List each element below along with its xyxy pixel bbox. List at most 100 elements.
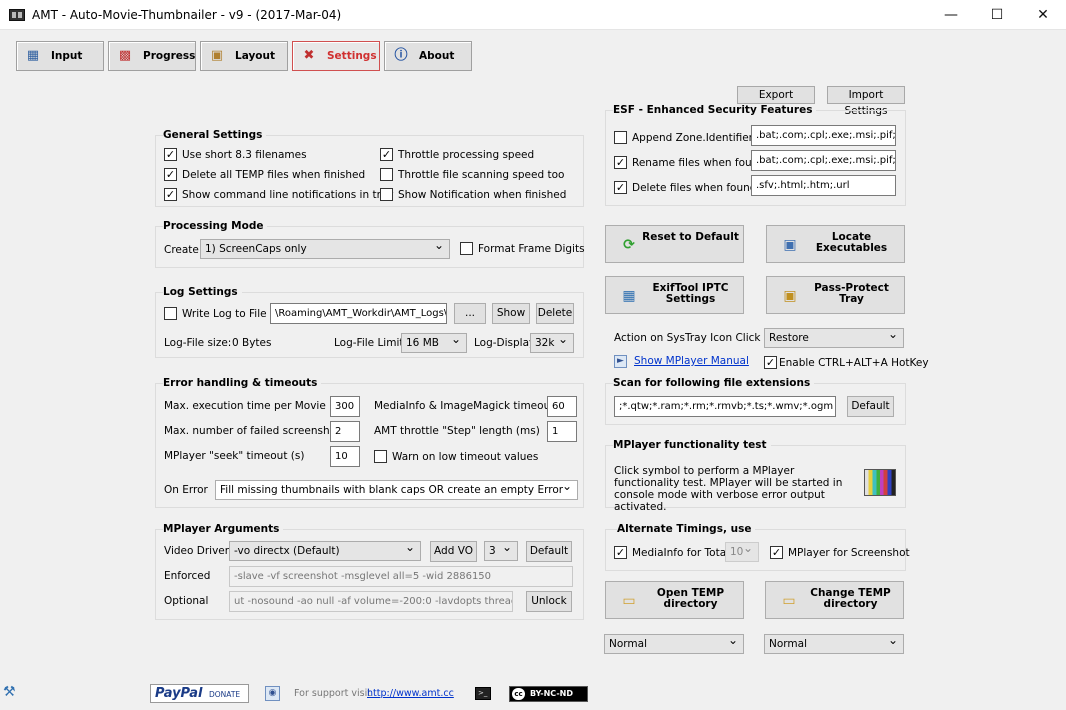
mediainfo-total-checkbox[interactable]: ✓: [614, 546, 627, 559]
vo-count-select[interactable]: 3: [484, 541, 518, 561]
locate-executables-button[interactable]: ▣ Locate Executables: [766, 225, 905, 263]
paypal-donate-button[interactable]: PayPal DONATE: [150, 684, 249, 703]
manual-icon[interactable]: ►: [614, 355, 627, 368]
log-size-value: 0 Bytes: [232, 337, 272, 349]
throttle-scanning-checkbox[interactable]: [380, 168, 393, 181]
delete-files-input[interactable]: .sfv;.html;.htm;.url: [751, 175, 896, 196]
pass-protect-button[interactable]: ▣ Pass-Protect Tray: [766, 276, 905, 314]
settings-icon: ✖: [303, 48, 315, 63]
log-path-input[interactable]: \Roaming\AMT_Workdir\AMT_Logs\: [270, 303, 447, 324]
input-icon: ▦: [26, 48, 40, 63]
systray-action-label: Action on SysTray Icon Click: [614, 332, 761, 344]
max-exec-label: Max. execution time per Movie (s): [164, 400, 343, 412]
on-error-select[interactable]: Fill missing thumbnails with blank caps …: [215, 480, 578, 500]
throttle-scanning-label: Throttle file scanning speed too: [398, 169, 565, 181]
delete-log-button[interactable]: Delete: [536, 303, 574, 324]
show-cmd-notifications-label: Show command line notifications in tray: [182, 189, 394, 201]
append-zone-input[interactable]: .bat;.com;.cpl;.exe;.msi;.pif;.sc: [751, 125, 896, 146]
log-display-label: Log-Display: [474, 337, 536, 349]
show-manual-link[interactable]: Show MPlayer Manual: [634, 355, 749, 367]
systray-action-select[interactable]: Restore: [764, 328, 904, 348]
info-icon: ⓘ: [394, 48, 408, 63]
hotkey-checkbox[interactable]: ✓: [764, 356, 777, 369]
seek-timeout-label: MPlayer "seek" timeout (s): [164, 450, 305, 462]
video-driver-select[interactable]: -vo directx (Default): [229, 541, 421, 561]
mplayer-test-text: Click symbol to perform a MPlayer functi…: [614, 465, 843, 513]
use-short-filenames-checkbox[interactable]: ✓: [164, 148, 177, 161]
tools-icon[interactable]: ⚒: [3, 684, 16, 700]
folder-icon: ▭: [782, 593, 796, 609]
mediainfo-timeout-input[interactable]: 60: [547, 396, 577, 417]
unlock-button[interactable]: Unlock: [526, 591, 572, 612]
maximize-button[interactable]: ☐: [974, 0, 1020, 30]
max-failed-label: Max. number of failed screenshots: [164, 425, 346, 437]
console-icon[interactable]: >_: [475, 687, 491, 700]
tab-about[interactable]: ⓘ About: [384, 41, 472, 71]
tab-layout[interactable]: ▣ Layout: [200, 41, 288, 71]
esf-title: ESF - Enhanced Security Features: [613, 104, 817, 116]
tab-input-label: Input: [51, 50, 83, 62]
web-icon[interactable]: ◉: [265, 686, 280, 701]
close-button[interactable]: ✕: [1020, 0, 1066, 30]
optional-args-input[interactable]: ut -nosound -ao null -af volume=-200:0 -…: [229, 591, 513, 612]
minimize-button[interactable]: —: [928, 0, 974, 30]
format-frame-digits-checkbox[interactable]: [460, 242, 473, 255]
add-vo-button[interactable]: Add VO: [430, 541, 477, 562]
browse-log-button[interactable]: ...: [454, 303, 486, 324]
support-link[interactable]: http://www.amt.cc: [367, 688, 454, 699]
create-mode-select[interactable]: 1) ScreenCaps only: [200, 239, 450, 259]
alternate-timings-title: Alternate Timings, use: [617, 523, 756, 535]
app-icon: [9, 9, 25, 21]
scan-extensions-title: Scan for following file extensions: [613, 377, 815, 389]
change-temp-priority-select[interactable]: Normal: [764, 634, 904, 654]
delete-temp-checkbox[interactable]: ✓: [164, 168, 177, 181]
donate-label: DONATE: [209, 690, 241, 699]
mplayer-test-title: MPlayer functionality test: [613, 439, 771, 451]
scan-extensions-input[interactable]: ;*.qtw;*.ram;*.rm;*.rmvb;*.ts;*.wmv;*.og…: [614, 396, 836, 417]
mplayer-screenshot-checkbox[interactable]: ✓: [770, 546, 783, 559]
write-log-checkbox[interactable]: [164, 307, 177, 320]
log-display-select[interactable]: 32k: [530, 333, 574, 353]
lock-icon: ▣: [783, 288, 797, 304]
use-short-filenames-label: Use short 8.3 filenames: [182, 149, 307, 161]
exiftool-label: ExifTool IPTC Settings: [652, 282, 729, 305]
show-log-button[interactable]: Show: [492, 303, 530, 324]
export-settings-button[interactable]: Export Settings: [737, 86, 815, 117]
show-cmd-notifications-checkbox[interactable]: ✓: [164, 188, 177, 201]
delete-files-checkbox[interactable]: ✓: [614, 181, 627, 194]
warn-low-timeout-checkbox[interactable]: [374, 450, 387, 463]
open-temp-button[interactable]: ▭ Open TEMP directory: [605, 581, 744, 619]
exiftool-button[interactable]: ▦ ExifTool IPTC Settings: [605, 276, 744, 314]
throttle-step-input[interactable]: 1: [547, 421, 577, 442]
paypal-label: PayPal: [155, 686, 203, 701]
rename-files-input[interactable]: .bat;.com;.cpl;.exe;.msi;.pif;.sc: [751, 150, 896, 171]
max-exec-input[interactable]: 300: [330, 396, 360, 417]
warn-low-timeout-label: Warn on low timeout values: [392, 451, 539, 463]
reset-default-button[interactable]: ⟳ Reset to Default: [605, 225, 744, 263]
throttle-step-label: AMT throttle "Step" length (ms): [374, 425, 540, 437]
seek-timeout-input[interactable]: 10: [330, 446, 360, 467]
change-temp-label: Change TEMP directory: [810, 587, 891, 610]
scan-default-button[interactable]: Default: [847, 396, 894, 417]
folder-icon: ▭: [622, 593, 636, 609]
rename-files-checkbox[interactable]: ✓: [614, 156, 627, 169]
tab-input[interactable]: ▦ Input: [16, 41, 104, 71]
max-failed-input[interactable]: 2: [330, 421, 360, 442]
throttle-processing-checkbox[interactable]: ✓: [380, 148, 393, 161]
change-temp-button[interactable]: ▭ Change TEMP directory: [765, 581, 904, 619]
tab-progress[interactable]: ▩ Progress: [108, 41, 196, 71]
video-driver-label: Video Driver: [164, 545, 230, 557]
log-limit-select[interactable]: 16 MB: [401, 333, 467, 353]
cc-license-badge[interactable]: cc BY-NC-ND: [509, 686, 588, 702]
open-temp-priority-select[interactable]: Normal: [604, 634, 744, 654]
tab-progress-label: Progress: [143, 50, 196, 62]
test-pattern-icon[interactable]: [864, 469, 896, 496]
tab-layout-label: Layout: [235, 50, 276, 62]
append-zone-checkbox[interactable]: [614, 131, 627, 144]
default-vo-button[interactable]: Default: [526, 541, 572, 562]
tab-settings[interactable]: ✖ Settings: [292, 41, 380, 71]
show-notification-checkbox[interactable]: [380, 188, 393, 201]
locate-icon: ▣: [783, 237, 797, 253]
import-settings-button[interactable]: Import Settings: [827, 86, 905, 117]
locate-executables-label: Locate Executables: [815, 231, 888, 254]
